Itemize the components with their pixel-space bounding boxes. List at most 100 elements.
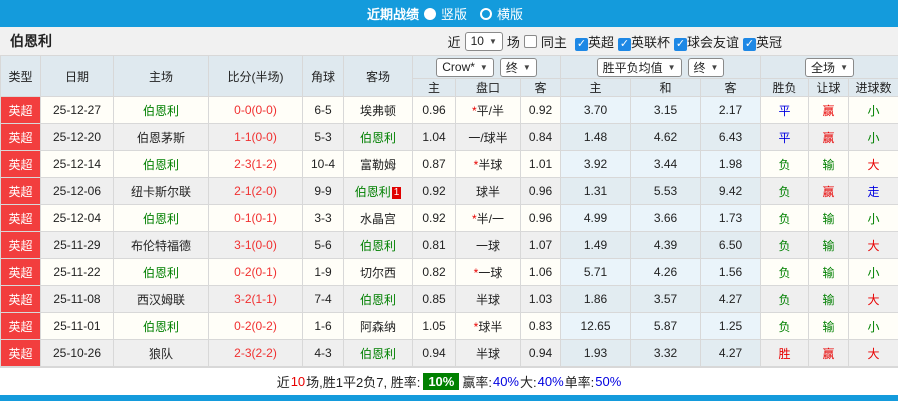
filter-controls: 近 10 ▼ 场 同主 ✓ 英超 ✓ 英联杯 ✓ 球会友谊 ✓ 英冠 (448, 31, 786, 51)
avg-home-cell: 1.93 (560, 339, 631, 367)
away-team-cell: 埃弗顿 (343, 96, 413, 124)
avg-odds-select[interactable]: 胜平负均值 ▼ (596, 57, 682, 77)
home-team-cell: 伯恩茅斯 (113, 123, 209, 151)
league-badge: 英超 (0, 312, 41, 340)
chevron-down-icon: ▼ (667, 62, 676, 72)
date-cell: 25-11-22 (40, 258, 114, 286)
bookmaker-select[interactable]: Crow* ▼ (436, 57, 494, 77)
chevron-down-icon: ▼ (479, 62, 488, 72)
goals-cell: 小 (848, 204, 898, 232)
same-home-label[interactable]: 同主 (541, 32, 567, 51)
league-badge: 英超 (0, 285, 41, 313)
league-checkbox-label[interactable]: 英冠 (756, 35, 782, 50)
avg-away-cell: 4.27 (699, 339, 762, 367)
avg-draw-cell: 4.39 (630, 231, 701, 259)
corner-cell: 5-3 (302, 123, 344, 151)
away-team-name: 水晶宫 (359, 211, 396, 226)
league-checkbox[interactable]: ✓ (742, 37, 756, 51)
league-checkbox-label[interactable]: 英超 (588, 35, 614, 50)
home-team-cell: 布伦特福德 (113, 231, 209, 259)
games-label: 场 (506, 34, 520, 50)
league-checkbox[interactable]: ✓ (617, 37, 631, 51)
away-team-name: 阿森纳 (359, 319, 396, 334)
header-away: 客场 (343, 55, 413, 97)
avg-draw-cell: 3.32 (630, 339, 701, 367)
summary-part: 赢率: (462, 374, 492, 390)
handicap-result-cell: 赢 (808, 123, 850, 151)
avg-draw-cell: 3.15 (630, 96, 701, 124)
away-team-name: 埃弗顿 (359, 103, 396, 118)
avg-away-cell: 1.25 (699, 312, 762, 340)
goals-header: 进球数 (848, 78, 898, 97)
rounds-select[interactable]: 10 ▼ (464, 31, 503, 51)
home-team-cell: 纽卡斯尔联 (113, 177, 209, 205)
wdl-cell: 负 (760, 177, 810, 205)
date-cell: 25-10-26 (40, 339, 114, 367)
handicap-text: 一球 (475, 238, 500, 253)
corner-cell: 1-9 (302, 258, 344, 286)
league-badge: 英超 (0, 150, 41, 178)
vertical-layout-radio[interactable] (423, 7, 436, 20)
table-row: 英超 25-11-01 伯恩利 0-2(0-2) 1-6 阿森纳 1.05 *球半 0.83 12… (0, 312, 898, 340)
header-type: 类型 (0, 55, 41, 97)
odds-time-select[interactable]: 终 ▼ (687, 57, 725, 77)
league-filter-group: ✓ 英超 ✓ 英联杯 ✓ 球会友谊 ✓ 英冠 (574, 32, 786, 51)
avg-away-cell: 2.17 (699, 96, 762, 124)
scope-select[interactable]: 全场 ▼ (805, 57, 854, 77)
league-badge: 英超 (0, 258, 41, 286)
score-cell: 0-2(0-1) (208, 258, 303, 286)
handicap-text: 一球 (478, 265, 503, 280)
handicap-cell: 半球 (455, 285, 521, 313)
avg-draw-cell: 4.62 (630, 123, 701, 151)
avg-home-header: 主 (560, 78, 631, 97)
league-checkbox[interactable]: ✓ (574, 37, 588, 51)
league-checkbox-label[interactable]: 英联杯 (631, 35, 670, 50)
away-team-cell: 伯恩利 1 (343, 177, 413, 205)
wdl-cell: 负 (760, 258, 810, 286)
page-title: 近期战绩 (366, 7, 419, 22)
same-home-checkbox[interactable] (523, 34, 537, 48)
date-cell: 25-11-01 (40, 312, 114, 340)
vertical-layout-label[interactable]: 竖版 (441, 4, 467, 23)
rounds-value: 10 (470, 34, 484, 48)
horizontal-layout-radio[interactable] (480, 7, 492, 20)
score-cell: 2-1(2-0) (208, 177, 303, 205)
away-odds-cell: 0.96 (520, 204, 561, 232)
away-odds-cell: 1.06 (520, 258, 561, 286)
avg-draw-cell: 3.57 (630, 285, 701, 313)
date-cell: 25-12-14 (40, 150, 114, 178)
chevron-down-icon: ▼ (488, 36, 497, 46)
handicap-time-select[interactable]: 终 ▼ (499, 57, 537, 77)
avg-home-cell: 1.49 (560, 231, 631, 259)
league-checkbox-label[interactable]: 球会友谊 (687, 35, 739, 50)
league-badge: 英超 (0, 123, 41, 151)
avg-home-cell: 1.31 (560, 177, 631, 205)
table-row: 英超 25-12-27 伯恩利 0-0(0-0) 6-5 埃弗顿 0.96 *平/半 0.92 3… (0, 96, 898, 124)
away-team-cell: 伯恩利 (343, 231, 413, 259)
league-badge: 英超 (0, 177, 41, 205)
horizontal-layout-label[interactable]: 横版 (497, 4, 523, 23)
away-odds-cell: 1.03 (520, 285, 561, 313)
avg-home-cell: 3.92 (560, 150, 631, 178)
away-team-name: 富勒姆 (359, 157, 396, 172)
home-odds-cell: 0.92 (412, 204, 456, 232)
summary-bar: 近 10 场,胜1平2负7, 胜率: 10% 赢率: 40% 大: 40% 单率: 50% (0, 367, 898, 394)
corner-cell: 10-4 (302, 150, 344, 178)
goals-cell: 小 (848, 123, 898, 151)
away-odds-cell: 0.83 (520, 312, 561, 340)
header-date: 日期 (40, 55, 114, 97)
home-odds-cell: 0.85 (412, 285, 456, 313)
handicap-result-cell: 赢 (808, 177, 850, 205)
handicap-text: 半球 (475, 346, 500, 361)
bottom-bar (0, 395, 898, 401)
avg-home-cell: 1.48 (560, 123, 631, 151)
table-row: 英超 25-11-22 伯恩利 0-2(0-1) 1-9 切尔西 0.82 *一球 1.06 5.… (0, 258, 898, 286)
away-odds-cell: 0.96 (520, 177, 561, 205)
away-odds-cell: 1.07 (520, 231, 561, 259)
league-checkbox[interactable]: ✓ (673, 37, 687, 51)
handicap-cell: *一球 (455, 258, 521, 286)
summary-part: 大: (520, 374, 537, 390)
home-odds-cell: 1.05 (412, 312, 456, 340)
goals-cell: 走 (848, 177, 898, 205)
home-odds-cell: 0.96 (412, 96, 456, 124)
